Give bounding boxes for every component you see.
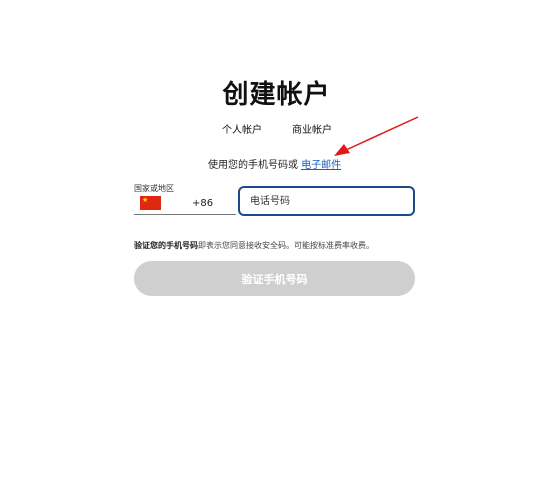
country-code-select[interactable]: ★ +86 [134, 194, 236, 215]
notice-bold-text: 验证您的手机号码 [134, 241, 198, 250]
email-signup-link[interactable]: 电子邮件 [301, 160, 341, 171]
page-title: 创建帐户 [222, 80, 331, 110]
dial-code: +86 [192, 198, 214, 209]
tab-personal-account[interactable]: 个人帐户 [222, 121, 262, 136]
phone-number-input[interactable] [238, 186, 415, 216]
notice-text: 即表示您同意接收安全码。可能按标准费率收费。 [198, 241, 374, 250]
verify-phone-button[interactable]: 验证手机号码 [134, 261, 415, 296]
tab-business-account[interactable]: 商业帐户 [292, 121, 332, 136]
country-label: 国家或地区 [134, 184, 174, 193]
verification-notice: 验证您的手机号码即表示您同意接收安全码。可能按标准费率收费。 [134, 240, 374, 251]
flag-star-icon: ★ [142, 196, 149, 204]
signup-method-line: 使用您的手机号码或 电子邮件 [208, 156, 341, 171]
flag-china-icon: ★ [140, 196, 161, 210]
signup-method-prompt: 使用您的手机号码或 [208, 160, 302, 171]
account-type-tabs: 个人帐户 商业帐户 [0, 121, 553, 136]
create-account-page: 创建帐户 个人帐户 商业帐户 使用您的手机号码或 电子邮件 国家或地区 ★ +8… [0, 0, 553, 478]
annotation-arrow-icon [334, 116, 419, 156]
